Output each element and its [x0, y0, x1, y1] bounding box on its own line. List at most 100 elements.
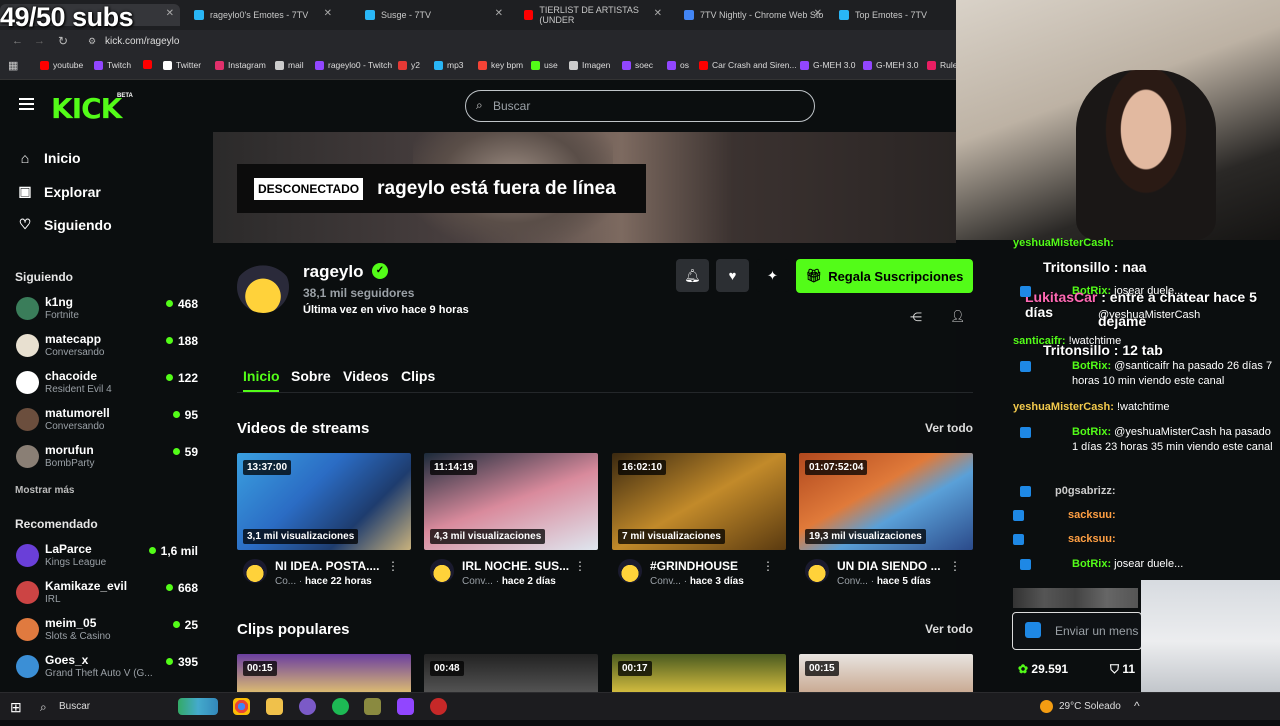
- video-card[interactable]: 13:37:00 3,1 mil visualizaciones NI IDEA. …: [237, 453, 411, 588]
- video-card[interactable]: 16:02:10 7 mil visualizaciones #GRINDHOUSE…: [612, 453, 786, 588]
- bookmark-item[interactable]: youtube: [40, 60, 83, 70]
- obs-taskbar-icon[interactable]: [430, 698, 447, 715]
- tab-videos[interactable]: Videos: [343, 368, 389, 384]
- chat-username[interactable]: LukitasCar: [1025, 289, 1097, 305]
- video-thumbnail[interactable]: 13:37:00 3,1 mil visualizaciones: [237, 453, 411, 550]
- browser-tab[interactable]: 7TV Nightly - Chrome Web Sto ✕: [676, 4, 828, 26]
- video-card[interactable]: 11:14:19 4,3 mil visualizaciones IRL NOCHE…: [424, 453, 598, 588]
- more-options-icon[interactable]: ⋮: [949, 559, 961, 573]
- video-thumbnail[interactable]: 16:02:10 7 mil visualizaciones: [612, 453, 786, 550]
- tab-close-icon[interactable]: ✕: [495, 8, 503, 19]
- tab-close-icon[interactable]: ✕: [654, 8, 662, 19]
- bookmark-item[interactable]: Instagram: [215, 60, 266, 70]
- tab-sobre[interactable]: Sobre: [291, 368, 331, 384]
- bookmark-item[interactable]: os: [667, 60, 689, 70]
- reload-icon[interactable]: ↻: [58, 34, 68, 48]
- bookmark-item[interactable]: y2: [398, 60, 420, 70]
- more-options-icon[interactable]: ⋮: [762, 559, 774, 573]
- menu-icon[interactable]: [19, 98, 34, 100]
- clip-card[interactable]: 00:17: [612, 654, 786, 694]
- bookmark-item[interactable]: key bpm: [478, 60, 523, 70]
- clip-card[interactable]: 00:48: [424, 654, 598, 694]
- tab-close-icon[interactable]: ✕: [814, 8, 822, 19]
- search-input[interactable]: ⌕ Buscar: [465, 90, 815, 122]
- tab-close-icon[interactable]: ✕: [324, 8, 332, 19]
- video-title[interactable]: IRL NOCHE. SUS...: [462, 559, 569, 573]
- kick-taskbar-icon[interactable]: [397, 698, 414, 715]
- kick-logo[interactable]: KICK: [51, 92, 122, 125]
- sidebar-channel[interactable]: matecapp Conversando 188: [16, 332, 200, 368]
- apps-grid-icon[interactable]: ▦: [8, 59, 18, 72]
- browser-tab[interactable]: Top Emotes - 7TV: [831, 4, 971, 26]
- chat-username[interactable]: BotRix:: [1072, 426, 1111, 438]
- bookmark-item[interactable]: Car Crash and Siren...: [699, 60, 797, 70]
- discord-taskbar-icon[interactable]: [299, 698, 316, 715]
- chat-username[interactable]: BotRix:: [1072, 360, 1111, 372]
- channel-avatar[interactable]: [237, 261, 289, 313]
- browser-tab[interactable]: rageylo0's Emotes - 7TV ✕: [186, 4, 338, 26]
- bookmark-item[interactable]: [143, 60, 156, 69]
- chat-username[interactable]: p0gsabrizz:: [1055, 485, 1116, 497]
- chat-username[interactable]: sacksuu:: [1068, 509, 1116, 521]
- videos-see-all-link[interactable]: Ver todo: [925, 421, 973, 435]
- url-field[interactable]: kick.com/rageylo: [105, 36, 179, 47]
- channel-points[interactable]: ✿ 29.591: [1018, 662, 1068, 676]
- site-info-icon[interactable]: ⚙: [88, 36, 96, 47]
- bookmark-item[interactable]: G-MEH 3.0: [800, 60, 856, 70]
- clip-card[interactable]: 00:15: [799, 654, 973, 694]
- bookmark-item[interactable]: Rule: [927, 60, 957, 70]
- clip-card[interactable]: 00:15: [237, 654, 411, 694]
- taskbar-search-label[interactable]: Buscar: [59, 701, 90, 712]
- video-title[interactable]: #GRINDHOUSE: [650, 559, 738, 573]
- bookmark-item[interactable]: G-MEH 3.0: [863, 60, 919, 70]
- more-options-icon[interactable]: ⋮: [574, 559, 586, 573]
- sidebar-channel[interactable]: meim_05 Slots & Casino 25: [16, 616, 200, 652]
- taskbar-chevron-icon[interactable]: ^: [1134, 699, 1140, 713]
- back-icon[interactable]: ←: [12, 35, 23, 47]
- chat-emote-picker-icon[interactable]: [1025, 622, 1041, 638]
- follow-button[interactable]: ♥: [716, 259, 749, 292]
- sidebar-channel[interactable]: Kamikaze_evil IRL 668: [16, 579, 200, 615]
- nav-explorar[interactable]: ▣ Explorar: [16, 183, 100, 200]
- sidebar-channel[interactable]: morufun BombParty 59: [16, 443, 200, 479]
- video-card[interactable]: 01:07:52:04 19,3 mil visualizaciones UN DI…: [799, 453, 973, 588]
- sidebar-channel[interactable]: LaParce Kings League 1,6 mil: [16, 542, 200, 578]
- highlight-button[interactable]: ✦: [756, 259, 789, 292]
- bookmark-item[interactable]: Imagen: [569, 60, 610, 70]
- gift-subs-button[interactable]: 🎁︎ Regala Suscripciones: [796, 259, 973, 293]
- chrome-taskbar-icon[interactable]: [233, 698, 250, 715]
- chat-username[interactable]: yeshuaMisterCash:: [1013, 401, 1114, 413]
- clips-see-all-link[interactable]: Ver todo: [925, 622, 973, 636]
- tab-inicio[interactable]: Inicio: [243, 368, 280, 384]
- video-thumbnail[interactable]: 11:14:19 4,3 mil visualizaciones: [424, 453, 598, 550]
- sidebar-channel[interactable]: k1ng Fortnite 468: [16, 295, 200, 331]
- tab-close-icon[interactable]: ✕: [166, 8, 174, 19]
- game-taskbar-icon[interactable]: [364, 698, 381, 715]
- taskbar-search-icon[interactable]: ⌕: [40, 700, 47, 715]
- chat-username[interactable]: sacksuu:: [1068, 533, 1116, 545]
- more-options-icon[interactable]: ⋮: [387, 559, 399, 573]
- show-more-link[interactable]: Mostrar más: [15, 485, 74, 496]
- chat-input[interactable]: Enviar un mensaje: [1012, 612, 1142, 650]
- chat-username[interactable]: Tritonsillo: [1043, 259, 1110, 275]
- forward-icon[interactable]: →: [34, 35, 45, 47]
- browser-tab[interactable]: TIERLIST DE ARTISTAS (UNDER ✕: [516, 4, 668, 26]
- bookmark-item[interactable]: soec: [622, 60, 653, 70]
- bookmark-item[interactable]: mp3: [434, 60, 464, 70]
- chat-username[interactable]: Tritonsillo: [1043, 342, 1110, 358]
- nav-inicio[interactable]: ⌂ Inicio: [16, 150, 81, 166]
- report-user-icon[interactable]: 👤︎: [950, 309, 965, 323]
- video-title[interactable]: NI IDEA. POSTA....: [275, 559, 379, 573]
- video-title[interactable]: UN DIA SIENDO ...: [837, 559, 941, 573]
- taskbar-widget-icon[interactable]: [178, 698, 218, 715]
- notification-bell-button[interactable]: 🔔︎: [676, 259, 709, 292]
- sidebar-channel[interactable]: chacoide Resident Evil 4 122: [16, 369, 200, 405]
- bookmark-item[interactable]: use: [531, 60, 558, 70]
- tab-clips[interactable]: Clips: [401, 368, 435, 384]
- sidebar-channel[interactable]: Goes_x Grand Theft Auto V (G... 395: [16, 653, 200, 689]
- chat-extra[interactable]: ⛉ 11: [1110, 662, 1135, 677]
- bookmark-item[interactable]: Twitch: [94, 60, 131, 70]
- windows-start-icon[interactable]: ⊞: [10, 699, 22, 716]
- bookmark-item[interactable]: Twitter: [163, 60, 201, 70]
- bookmark-item[interactable]: rageylo0 - Twitch: [315, 60, 392, 70]
